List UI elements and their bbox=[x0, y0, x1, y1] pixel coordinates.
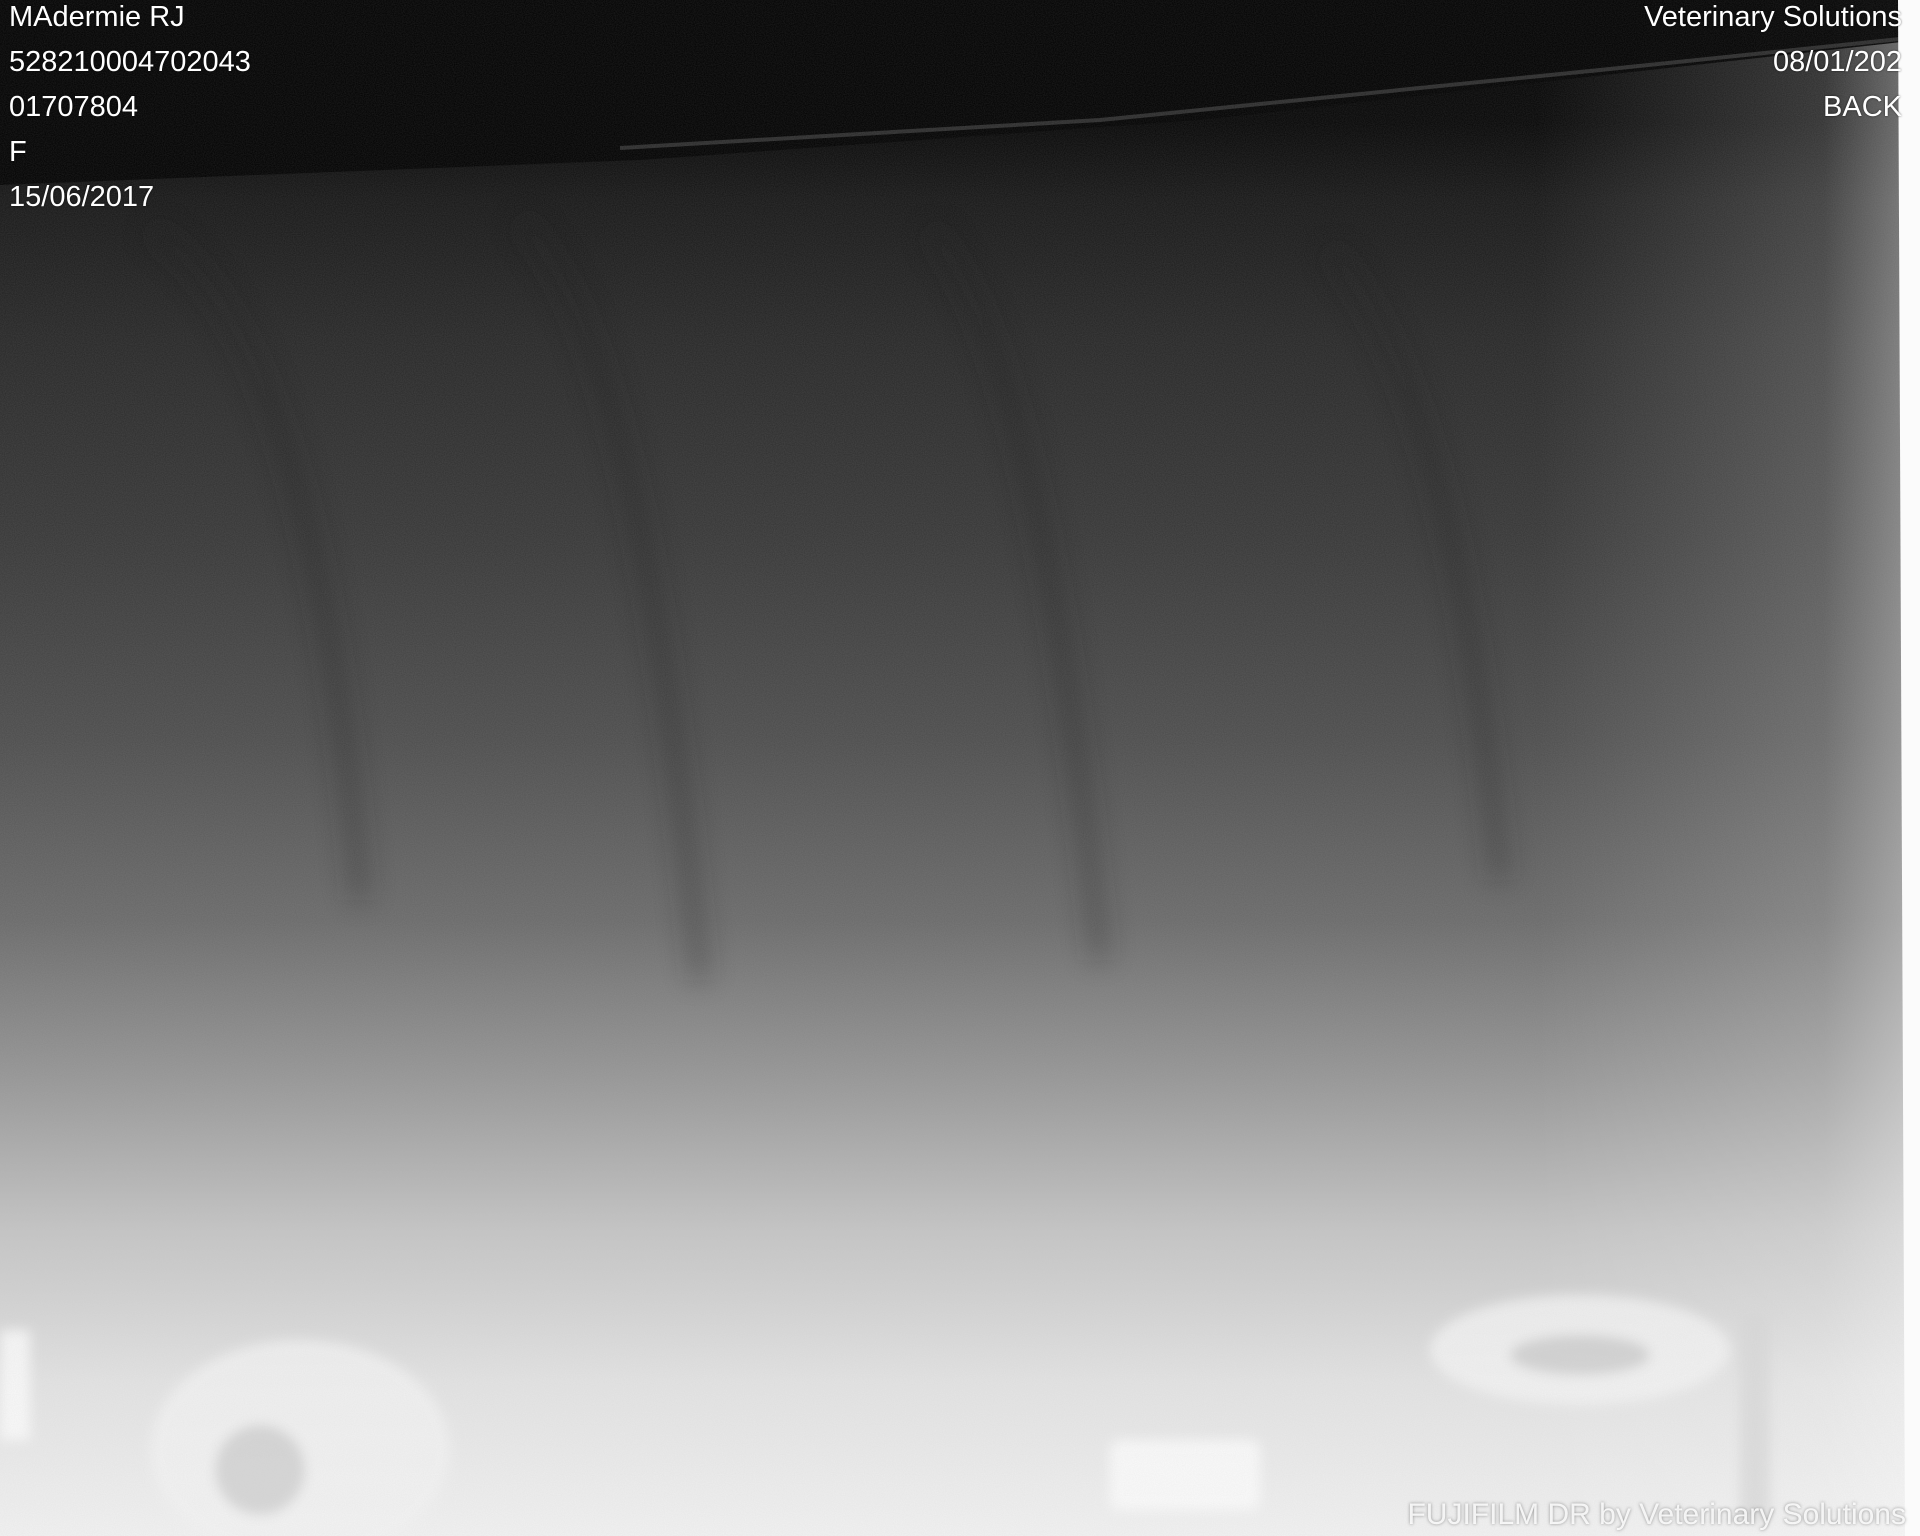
radiograph-image[interactable] bbox=[0, 0, 1920, 1536]
birth-date: 15/06/2017 bbox=[9, 181, 155, 213]
study-date: 08/01/202 bbox=[1772, 46, 1902, 78]
view-label: BACK bbox=[1823, 91, 1902, 123]
patient-sex: F bbox=[9, 136, 27, 168]
dicom-viewer: MAdermie RJ 528210004702043 01707804 F 1… bbox=[0, 0, 1920, 1536]
accession-number: 01707804 bbox=[9, 91, 139, 123]
patient-id: 528210004702043 bbox=[9, 46, 251, 78]
institution-name: Veterinary Solutions bbox=[1644, 1, 1902, 33]
footer-brand: FUJIFILM DR by Veterinary Solutions bbox=[1407, 1498, 1906, 1531]
patient-name: MAdermie RJ bbox=[9, 1, 185, 33]
